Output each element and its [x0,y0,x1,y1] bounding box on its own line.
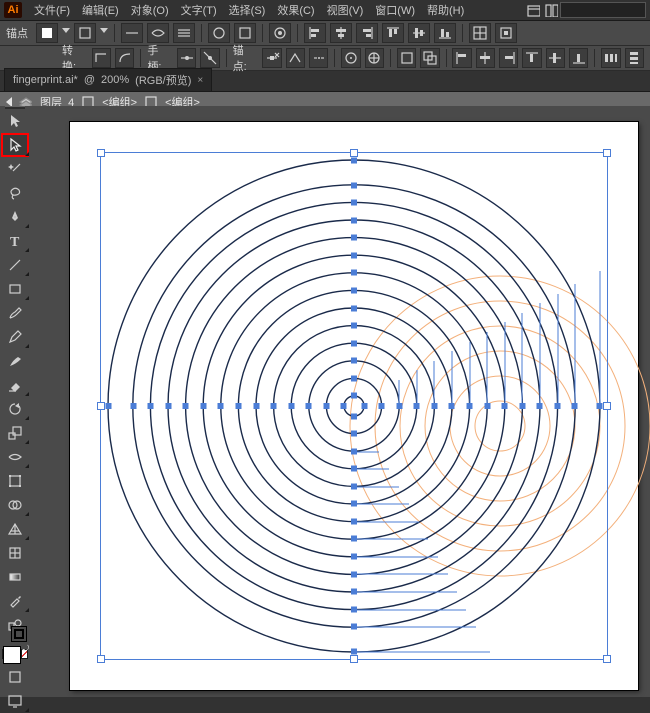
gradient-tool[interactable] [1,565,29,589]
brush-definition-button[interactable] [173,23,195,43]
stroke-weight-button[interactable] [121,23,143,43]
align-vcenter-button[interactable] [546,48,565,68]
bbox-handle-br[interactable] [603,655,611,663]
tab-close-icon[interactable]: × [197,75,203,86]
menu-help[interactable]: 帮助(H) [421,0,470,20]
selection-bounding-box[interactable] [100,152,608,660]
align-left-button[interactable] [304,23,326,43]
application-menu-bar: Ai 文件(F) 编辑(E) 对象(O) 文字(T) 选择(S) 效果(C) 视… [0,0,650,21]
align-bottom-button[interactable] [569,48,588,68]
menu-type[interactable]: 文字(T) [175,0,223,20]
align-right-button[interactable] [499,48,518,68]
edit-clip-button[interactable] [420,48,439,68]
connect-anchor-button[interactable] [286,48,305,68]
snap-pixel-button[interactable] [341,48,360,68]
control-bar-row-1: 锚点 [0,21,650,46]
isolate-mode-button[interactable] [397,48,416,68]
dropdown-chevron-icon[interactable] [100,25,108,41]
draw-normal-button[interactable] [1,665,29,689]
tab-zoom: 200% [101,74,129,86]
align-right-button[interactable] [356,23,378,43]
fill-swatch-button[interactable] [36,23,58,43]
bbox-handle-tl[interactable] [97,149,105,157]
align-vcenter-button[interactable] [408,23,430,43]
align-top-button[interactable] [382,23,404,43]
recolor-button[interactable] [269,23,291,43]
remove-anchor-button[interactable] [262,48,281,68]
tab-at: @ [84,74,95,86]
workspace-search-input[interactable] [560,2,646,18]
menu-window[interactable]: 窗口(W) [369,0,421,20]
tab-mode: (RGB/预览) [135,72,191,88]
stroke-swatch-button[interactable] [74,23,96,43]
document-tab-bar: fingerprint.ai* @ 200% (RGB/预览) × [0,71,650,92]
anchor-label: 锚点 [6,25,28,41]
menu-view[interactable]: 视图(V) [321,0,370,20]
menu-effect[interactable]: 效果(C) [271,0,320,20]
isolate-button[interactable] [495,23,517,43]
canvas-area[interactable] [30,106,650,697]
align-left-button[interactable] [452,48,471,68]
snap-point-button[interactable] [365,48,384,68]
distribute-h-button[interactable] [601,48,620,68]
stroke-swatch[interactable] [11,626,27,642]
align-top-button[interactable] [522,48,541,68]
lasso-tool[interactable] [1,181,29,205]
convert-corner-button[interactable] [92,48,111,68]
magic-wand-tool[interactable] [1,157,29,181]
free-transform-tool[interactable] [1,469,29,493]
cut-path-button[interactable] [309,48,328,68]
bbox-handle-bl[interactable] [97,655,105,663]
bbox-handle-tr[interactable] [603,149,611,157]
tools-panel: T ⤾ [0,106,31,697]
bbox-handle-tc[interactable] [350,149,358,157]
bbox-handle-ml[interactable] [97,402,105,410]
align-hcenter-button[interactable] [330,23,352,43]
mesh-tool[interactable] [1,541,29,565]
menu-edit[interactable]: 编辑(E) [76,0,125,20]
show-handles-button[interactable] [177,48,196,68]
app-logo: Ai [4,2,22,18]
svg-text:T: T [10,235,20,249]
align-hcenter-button[interactable] [476,48,495,68]
convert-smooth-button[interactable] [115,48,134,68]
dropdown-chevron-icon[interactable] [62,25,70,41]
style-button[interactable] [234,23,256,43]
menu-file[interactable]: 文件(F) [28,0,76,20]
align-bottom-button[interactable] [434,23,456,43]
opacity-button[interactable] [208,23,230,43]
distribute-v-button[interactable] [625,48,644,68]
hide-handles-button[interactable] [200,48,219,68]
anchors-label: 锚点: [233,42,255,74]
bridge-icon[interactable] [526,3,540,17]
menu-object[interactable]: 对象(O) [125,0,175,20]
fill-swatch[interactable] [3,646,21,664]
paintbrush-tool[interactable] [1,301,29,325]
bbox-handle-mr[interactable] [603,402,611,410]
transform-panel-button[interactable] [469,23,491,43]
selection-tool[interactable] [1,109,29,133]
blob-brush-tool[interactable] [1,349,29,373]
arrange-documents-icon[interactable] [544,3,558,17]
variable-width-profile-button[interactable] [147,23,169,43]
document-tab[interactable]: fingerprint.ai* @ 200% (RGB/预览) × [4,68,212,91]
bbox-handle-bc[interactable] [350,655,358,663]
tab-filename: fingerprint.ai* [13,74,78,86]
swap-fill-stroke-icon[interactable]: ⤾ [22,644,29,654]
menu-select[interactable]: 选择(S) [223,0,272,20]
